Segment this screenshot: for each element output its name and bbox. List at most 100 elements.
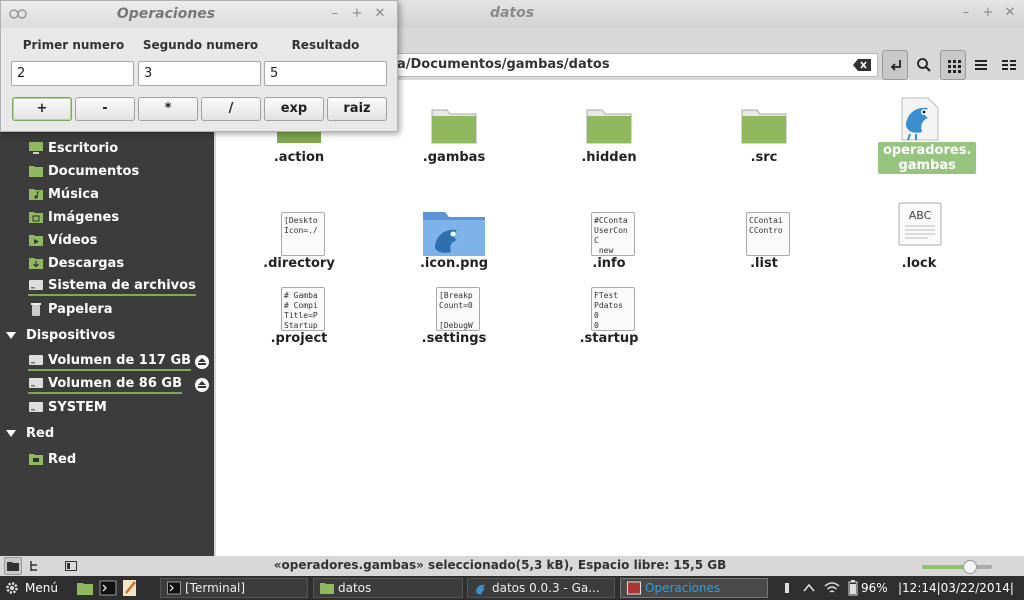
sidebar-item-label: Descargas: [48, 255, 125, 271]
desktop-icon: [29, 142, 43, 154]
battery-percent: 96%: [861, 581, 888, 595]
compact-view-icon: [1002, 60, 1016, 70]
sidebar: Escritorio Documentos Música Imágenes Ví…: [0, 130, 214, 556]
file-view[interactable]: .action .gambas .hidden .src operadores.…: [216, 80, 1024, 556]
sidebar-section-red[interactable]: Red: [6, 423, 54, 443]
text-file-icon: FTest Pdatos 0 0: [591, 287, 635, 331]
go-button[interactable]: [882, 50, 908, 80]
drive-icon: [29, 355, 43, 365]
sidebar-item-volumen-117[interactable]: Volumen de 117 GB: [28, 351, 192, 371]
drive-icon: [29, 402, 43, 412]
terminal-launcher[interactable]: [99, 579, 117, 597]
sidebar-item-papelera[interactable]: Papelera: [28, 299, 113, 319]
sidebar-item-documentos[interactable]: Documentos: [28, 161, 139, 181]
minimize-icon[interactable]: –: [327, 6, 343, 22]
file-name: .hidden: [581, 150, 637, 165]
task-datos-file-manager[interactable]: datos: [313, 578, 463, 598]
folder-icon: [741, 109, 787, 144]
expander-triangle-icon: [6, 429, 16, 437]
location-bar[interactable]: a/Documentos/gambas/datos: [390, 53, 878, 77]
gear-icon: [6, 582, 18, 594]
clear-path-icon[interactable]: [853, 59, 871, 71]
text-file-icon: # Gamba # Compi Title=P Startup: [281, 287, 325, 331]
exp-button[interactable]: exp: [264, 97, 324, 121]
sidebar-section-label: Dispositivos: [26, 327, 116, 343]
file-name: .startup: [579, 331, 639, 346]
enter-arrow-icon: [890, 60, 901, 71]
add-button[interactable]: +: [12, 97, 72, 121]
divide-button[interactable]: /: [201, 97, 261, 121]
battery-indicator[interactable]: 96%: [848, 580, 888, 596]
zoom-slider-handle[interactable]: [962, 560, 977, 574]
eject-icon[interactable]: [195, 355, 209, 369]
close-icon[interactable]: ✕: [372, 6, 388, 22]
file-name: .icon.png: [419, 256, 489, 271]
list-view-icon: [975, 60, 987, 70]
second-number-input[interactable]: [138, 61, 261, 86]
task-gambas-ide[interactable]: datos 0.0.3 - Ga...: [467, 578, 615, 598]
file-name: .gambas: [422, 150, 486, 165]
menu-button[interactable]: Menú: [4, 579, 58, 597]
gambas-mascot-icon: [901, 97, 939, 141]
eject-icon[interactable]: [195, 378, 209, 392]
list-view-button[interactable]: [968, 50, 994, 80]
operaciones-window: Operaciones – + ✕ Primer numero Segundo …: [0, 0, 398, 132]
multiply-button[interactable]: *: [138, 97, 198, 121]
maximize-icon[interactable]: +: [980, 5, 996, 21]
network-indicator[interactable]: [824, 580, 840, 596]
audio-indicator[interactable]: [780, 580, 794, 596]
clock[interactable]: |12:14|03/22/2014|: [898, 581, 1014, 595]
task-label: datos 0.0.3 - Ga...: [492, 581, 600, 595]
status-bar: «operadores.gambas» seleccionado(5,3 kB)…: [0, 556, 1024, 576]
sidebar-item-sistema-de-archivos[interactable]: Sistema de archivos: [28, 276, 196, 296]
volume-icon: [785, 583, 789, 593]
folder-icon: [77, 583, 93, 595]
minimize-icon[interactable]: –: [958, 5, 974, 21]
file-name: .lock: [901, 256, 937, 271]
sidebar-item-imagenes[interactable]: Imágenes: [28, 207, 119, 227]
sidebar-item-system[interactable]: SYSTEM: [28, 397, 107, 417]
sidebar-item-volumen-86[interactable]: Volumen de 86 GB: [28, 374, 182, 394]
status-text: «operadores.gambas» seleccionado(5,3 kB)…: [273, 558, 727, 572]
file-manager-launcher[interactable]: [76, 579, 94, 597]
first-number-input[interactable]: [11, 61, 134, 86]
wifi-icon: [824, 582, 840, 593]
tray-expander[interactable]: [802, 580, 816, 596]
folder-icon: [320, 583, 334, 594]
sidebar-item-musica[interactable]: Música: [28, 184, 99, 204]
app-window-icon: [627, 581, 641, 595]
zoom-slider[interactable]: [922, 560, 992, 574]
sidebar-item-videos[interactable]: Vídeos: [28, 230, 97, 250]
subtract-button[interactable]: -: [75, 97, 135, 121]
svg-text:ABC: ABC: [909, 209, 932, 222]
compact-view-button[interactable]: [996, 50, 1022, 80]
task-operaciones[interactable]: Operaciones: [620, 578, 768, 598]
sidebar-item-label: Música: [48, 186, 99, 202]
sidebar-item-red[interactable]: Red: [28, 449, 76, 469]
sidebar-item-descargas[interactable]: Descargas: [28, 253, 124, 273]
icon-view-button[interactable]: [940, 50, 966, 80]
operaciones-titlebar[interactable]: Operaciones – + ✕: [1, 1, 397, 28]
chevron-up-icon: [803, 583, 815, 592]
drive-icon: [29, 378, 43, 388]
file-name-container: operadores. gambas: [878, 142, 977, 174]
sidebar-item-label: Vídeos: [48, 232, 98, 248]
task-label: [Terminal]: [185, 581, 246, 595]
sidebar-item-label: Documentos: [48, 163, 140, 179]
taskbar: Menú [Terminal] datos datos 0.0.3 - Ga..…: [0, 576, 1024, 600]
text-editor-launcher[interactable]: [121, 579, 139, 597]
drive-icon: [29, 280, 43, 290]
result-input[interactable]: [264, 61, 387, 86]
sidebar-item-escritorio[interactable]: Escritorio: [28, 138, 118, 158]
task-terminal[interactable]: [Terminal]: [160, 578, 308, 598]
pictures-folder-icon: [29, 212, 43, 223]
gambas-icon: [476, 584, 485, 595]
maximize-icon[interactable]: +: [349, 6, 365, 22]
sidebar-section-dispositivos[interactable]: Dispositivos: [6, 325, 115, 345]
sqrt-button[interactable]: raiz: [327, 97, 387, 121]
close-icon[interactable]: ✕: [1002, 5, 1018, 21]
abc-text-file-icon: ABC: [898, 202, 942, 246]
folder-icon: [29, 166, 43, 177]
sidebar-item-label: Escritorio: [48, 140, 119, 156]
search-button[interactable]: [911, 50, 937, 80]
